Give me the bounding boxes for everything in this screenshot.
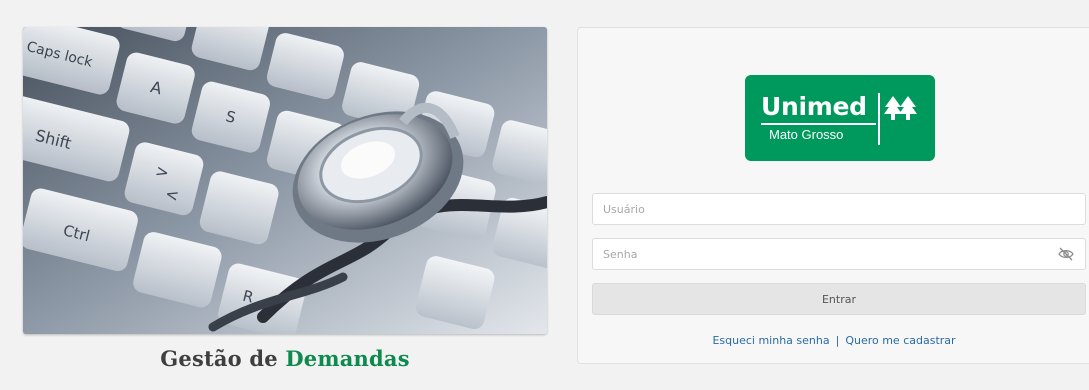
- logo-region: Mato Grosso: [769, 127, 844, 142]
- link-separator: |: [835, 334, 840, 347]
- logo-brand-name: Unimed: [761, 92, 867, 121]
- hero-caption: Gestão de Demandas: [23, 346, 547, 371]
- login-button[interactable]: Entrar: [592, 283, 1086, 315]
- hero-caption-accent: Demandas: [285, 346, 410, 371]
- keyboard-stethoscope-illustration: Caps lock A Shift > < Ctrl R S: [23, 27, 547, 334]
- register-link[interactable]: Quero me cadastrar: [845, 334, 955, 347]
- forgot-password-link[interactable]: Esqueci minha senha: [712, 334, 829, 347]
- password-input[interactable]: [592, 238, 1086, 270]
- hero-caption-prefix: Gestão de: [160, 346, 286, 371]
- pine-trees-icon: [884, 96, 917, 120]
- auth-links: Esqueci minha senha | Quero me cadastrar: [578, 334, 1089, 347]
- logo-divider: [878, 93, 880, 145]
- hero-image: Caps lock A Shift > < Ctrl R S: [23, 27, 547, 334]
- login-page: Caps lock A Shift > < Ctrl R S Gestão de…: [0, 0, 1089, 390]
- username-input[interactable]: [592, 193, 1086, 225]
- login-card: Unimed Mato Grosso Entrar Esqueci minha …: [577, 27, 1089, 364]
- unimed-logo: Unimed Mato Grosso: [745, 75, 935, 161]
- logo-underline: [761, 123, 876, 125]
- eye-slash-icon[interactable]: [1058, 247, 1074, 261]
